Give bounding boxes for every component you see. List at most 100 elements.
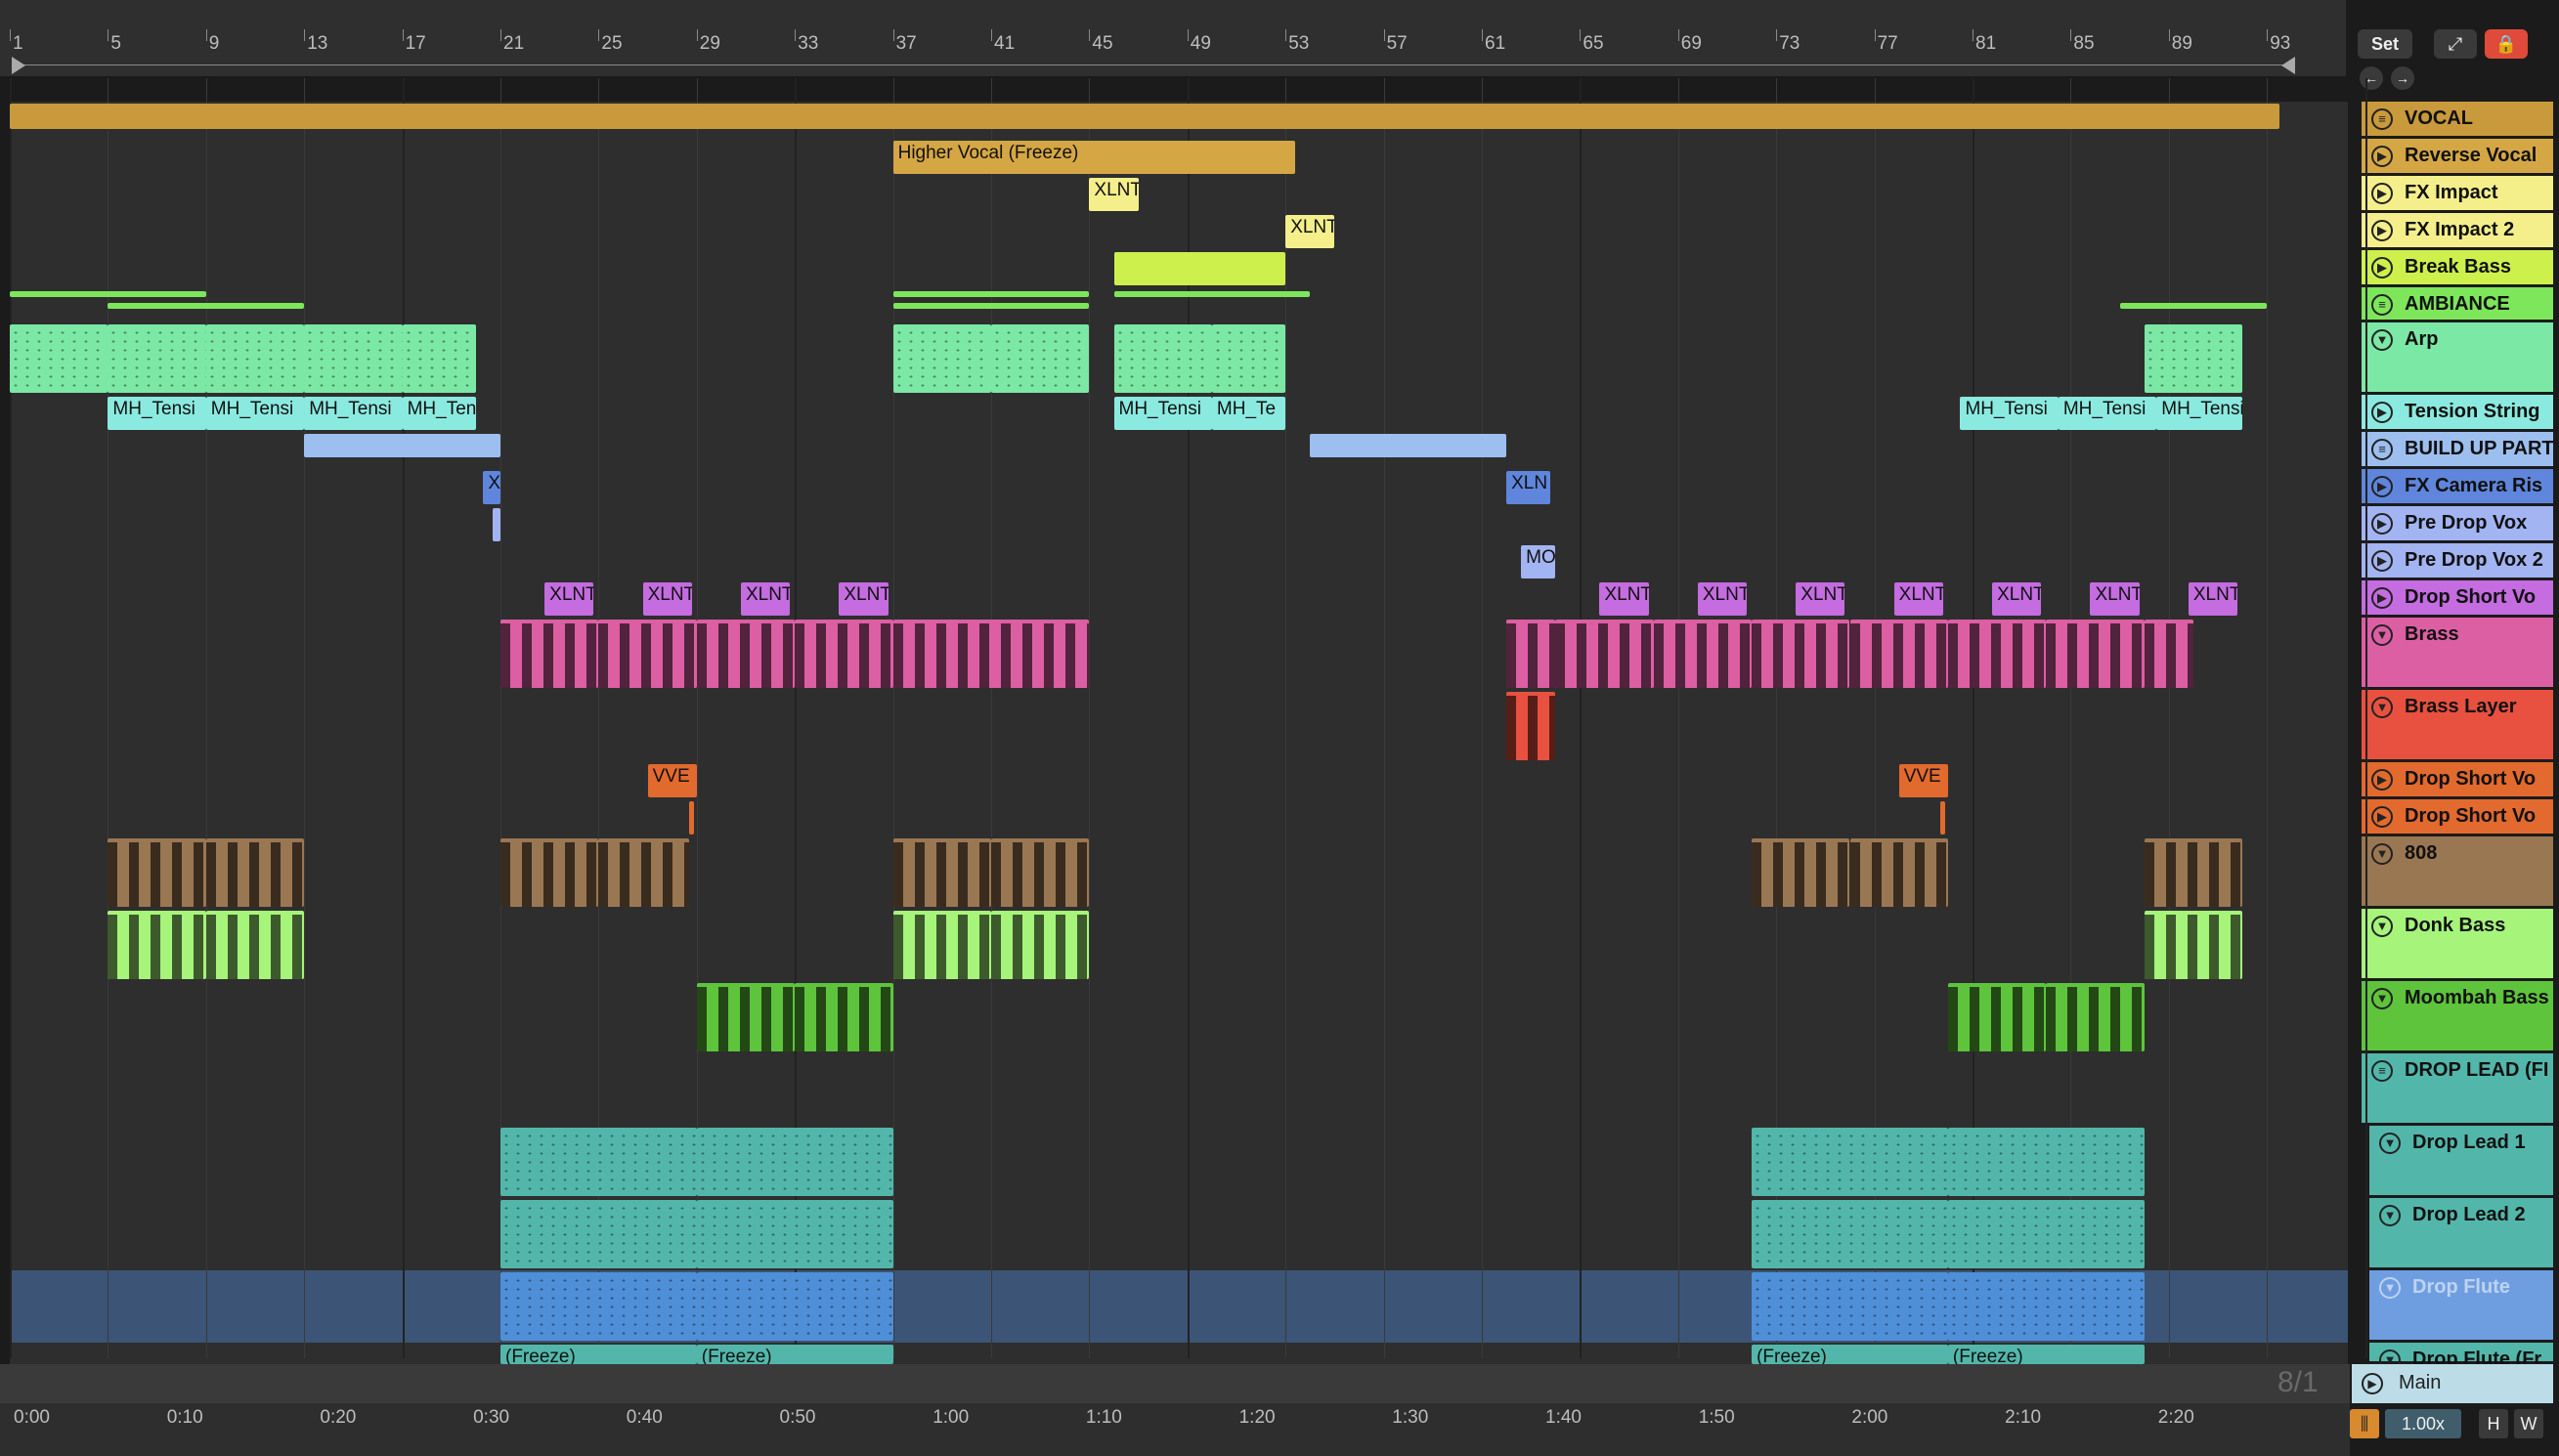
track-lane[interactable]: [10, 213, 2348, 252]
play-icon[interactable]: ▶: [2371, 476, 2393, 497]
play-icon[interactable]: ▶: [2371, 550, 2393, 572]
track-header[interactable]: ▶ Tension String: [2362, 395, 2553, 432]
expand-icon[interactable]: ⤢: [2434, 29, 2477, 59]
break-bass-clip[interactable]: [1113, 252, 1286, 285]
drop-short-vox-clip[interactable]: XLNT: [839, 582, 889, 616]
drop-short-vox-clip[interactable]: [1940, 801, 1946, 835]
brass-clip[interactable]: [2144, 620, 2193, 688]
tension-string-clip[interactable]: MH_Tensi: [1960, 397, 2059, 430]
drop-lead-clip[interactable]: [1752, 1200, 1948, 1268]
arp-clip[interactable]: [108, 324, 206, 393]
arp-clip[interactable]: [402, 324, 476, 393]
group-icon[interactable]: ≡: [2371, 1060, 2393, 1082]
808-clip[interactable]: [2144, 838, 2243, 907]
drop-lead-clip[interactable]: [1752, 1272, 1948, 1341]
play-icon[interactable]: ▶: [2371, 513, 2393, 535]
freeze-clip[interactable]: (Freeze): [696, 1345, 893, 1364]
track-header[interactable]: ▼ Arp: [2362, 322, 2553, 395]
back-arrow-icon[interactable]: ←: [2360, 66, 2383, 90]
build-up-clip[interactable]: [1310, 434, 1507, 457]
donk-bass-clip[interactable]: [2144, 911, 2243, 979]
fold-icon[interactable]: ▼: [2371, 697, 2393, 718]
track-header[interactable]: ≡ AMBIANCE: [2362, 287, 2553, 322]
track-lane[interactable]: [10, 1053, 2348, 1128]
fold-icon[interactable]: ▼: [2379, 1133, 2401, 1154]
brass-clip[interactable]: [2046, 620, 2145, 688]
tension-string-clip[interactable]: MH_Tensi: [304, 397, 403, 430]
drop-lead-clip[interactable]: [500, 1128, 697, 1196]
808-clip[interactable]: [1849, 838, 1948, 907]
arp-clip[interactable]: [205, 324, 305, 393]
tension-string-clip[interactable]: MH_Tensi: [2058, 397, 2157, 430]
track-header[interactable]: ▶ Drop Short Vo: [2362, 762, 2553, 799]
fold-icon[interactable]: ▼: [2379, 1205, 2401, 1226]
scroll-bar[interactable]: [0, 1364, 2350, 1403]
play-icon[interactable]: ▶: [2371, 146, 2393, 167]
drop-short-vox-clip[interactable]: VVE: [647, 764, 697, 797]
donk-bass-clip[interactable]: [892, 911, 991, 979]
drop-short-vox-clip[interactable]: XLNT: [740, 582, 791, 616]
track-header[interactable]: ▶ FX Impact: [2362, 176, 2553, 213]
brass-layer-clip[interactable]: [1506, 692, 1556, 760]
track-header[interactable]: ▼ Drop Lead 2: [2369, 1198, 2553, 1270]
freeze-clip[interactable]: (Freeze): [1947, 1345, 2145, 1364]
track-lane[interactable]: [10, 909, 2348, 983]
track-header[interactable]: ▶ FX Camera Ris: [2362, 469, 2553, 506]
arp-clip[interactable]: [892, 324, 991, 393]
pre-drop-vox-clip[interactable]: [493, 508, 500, 541]
arp-clip[interactable]: [1113, 324, 1212, 393]
808-clip[interactable]: [1752, 838, 1850, 907]
donk-bass-clip[interactable]: [991, 911, 1090, 979]
drop-short-vox-clip[interactable]: XLNT: [642, 582, 692, 616]
808-clip[interactable]: [892, 838, 991, 907]
drop-short-vox-clip[interactable]: [689, 801, 695, 835]
808-clip[interactable]: [598, 838, 690, 907]
set-button[interactable]: Set: [2358, 29, 2412, 59]
brass-clip[interactable]: [1849, 620, 1948, 688]
track-header[interactable]: ▼ Drop Lead 1: [2369, 1126, 2553, 1198]
track-header[interactable]: ▶ FX Impact 2: [2362, 213, 2553, 250]
loop-end-marker[interactable]: [2281, 57, 2295, 74]
h-button[interactable]: H: [2479, 1409, 2508, 1438]
drop-lead-clip[interactable]: [1947, 1272, 2145, 1341]
fold-icon[interactable]: ▼: [2371, 624, 2393, 646]
main-track-header[interactable]: ▶ Main: [2352, 1364, 2553, 1403]
higher-vocal-clip[interactable]: Higher Vocal (Freeze): [892, 141, 1296, 174]
moombah-bass-clip[interactable]: [696, 983, 796, 1051]
drop-short-vox-clip[interactable]: XLNT: [1893, 582, 1943, 616]
brass-clip[interactable]: [795, 620, 893, 688]
track-header[interactable]: ≡ BUILD UP PART: [2362, 432, 2554, 469]
drop-lead-clip[interactable]: [1752, 1128, 1948, 1196]
play-icon[interactable]: ▶: [2371, 587, 2393, 609]
fold-icon[interactable]: ▼: [2371, 916, 2393, 937]
drop-short-vox-clip[interactable]: XLNT: [2188, 582, 2238, 616]
drop-short-vox-clip[interactable]: XLNT: [1697, 582, 1748, 616]
ambiance-clip[interactable]: [1113, 291, 1311, 297]
tension-string-clip[interactable]: MH_Tensi: [402, 397, 476, 430]
brass-clip[interactable]: [892, 620, 1090, 688]
track-header[interactable]: ▼ Brass: [2362, 618, 2553, 690]
brass-clip[interactable]: [500, 620, 599, 688]
forward-arrow-icon[interactable]: →: [2391, 66, 2414, 90]
808-clip[interactable]: [108, 838, 206, 907]
ambiance-clip[interactable]: [10, 291, 206, 297]
donk-bass-clip[interactable]: [205, 911, 305, 979]
play-icon[interactable]: ▶: [2362, 1373, 2383, 1394]
fx-camera-clip[interactable]: XLN: [1506, 471, 1551, 504]
drop-short-vox-clip[interactable]: XLNT: [1796, 582, 1845, 616]
track-header[interactable]: ≡ DROP LEAD (FI: [2362, 1053, 2553, 1126]
fx-impact-2-clip[interactable]: XLNT: [1285, 215, 1335, 248]
track-header[interactable]: ▶ Pre Drop Vox 2: [2362, 543, 2553, 580]
group-icon[interactable]: ≡: [2371, 108, 2393, 130]
track-lane[interactable]: [10, 543, 2348, 582]
fold-icon[interactable]: ▼: [2371, 329, 2393, 351]
fx-impact-clip[interactable]: XLNT: [1089, 178, 1139, 211]
play-icon[interactable]: ▶: [2371, 183, 2393, 204]
drop-lead-clip[interactable]: [1947, 1200, 2145, 1268]
zoom-field[interactable]: 1.00x: [2385, 1409, 2461, 1438]
track-header[interactable]: ▼ Drop Flute: [2369, 1270, 2553, 1343]
track-header[interactable]: ▼ Moombah Bass: [2362, 981, 2553, 1053]
brass-clip[interactable]: [696, 620, 796, 688]
track-header[interactable]: ▶ Drop Short Vo: [2362, 580, 2553, 618]
808-clip[interactable]: [205, 838, 305, 907]
